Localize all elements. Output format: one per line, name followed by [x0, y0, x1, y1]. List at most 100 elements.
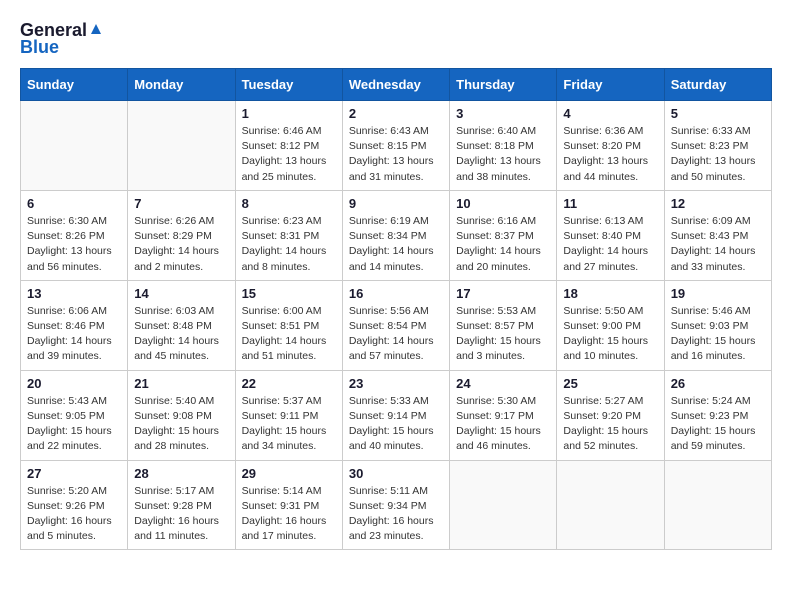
day-info: Sunrise: 6:09 AM Sunset: 8:43 PM Dayligh… — [671, 214, 765, 275]
day-info: Sunrise: 5:17 AM Sunset: 9:28 PM Dayligh… — [134, 484, 228, 545]
day-info: Sunrise: 5:43 AM Sunset: 9:05 PM Dayligh… — [27, 394, 121, 455]
weekday-header: Thursday — [450, 69, 557, 101]
day-info: Sunrise: 5:11 AM Sunset: 9:34 PM Dayligh… — [349, 484, 443, 545]
day-number: 30 — [349, 466, 443, 481]
day-info: Sunrise: 6:26 AM Sunset: 8:29 PM Dayligh… — [134, 214, 228, 275]
calendar-week-row: 27 Sunrise: 5:20 AM Sunset: 9:26 PM Dayli… — [21, 460, 772, 550]
calendar-day-cell: 26Sunrise: 5:24 AM Sunset: 9:23 PM Dayli… — [664, 370, 771, 460]
calendar-day-cell: 27 Sunrise: 5:20 AM Sunset: 9:26 PM Dayli… — [21, 460, 128, 550]
day-number: 28 — [134, 466, 228, 481]
day-info: Sunrise: 6:33 AM Sunset: 8:23 PM Dayligh… — [671, 124, 765, 185]
day-info: Sunrise: 5:37 AM Sunset: 9:11 PM Dayligh… — [242, 394, 336, 455]
day-info: Sunrise: 5:56 AM Sunset: 8:54 PM Dayligh… — [349, 304, 443, 365]
calendar-day-cell: 5 Sunrise: 6:33 AM Sunset: 8:23 PM Daylig… — [664, 101, 771, 191]
day-info: Sunrise: 6:40 AM Sunset: 8:18 PM Dayligh… — [456, 124, 550, 185]
day-number: 6 — [27, 196, 121, 211]
calendar-week-row: 13 Sunrise: 6:06 AM Sunset: 8:46 PM Dayli… — [21, 280, 772, 370]
calendar-week-row: 6 Sunrise: 6:30 AM Sunset: 8:26 PM Daylig… — [21, 190, 772, 280]
calendar-day-cell: 25 Sunrise: 5:27 AM Sunset: 9:20 PM Dayli… — [557, 370, 664, 460]
day-info: Sunrise: 6:06 AM Sunset: 8:46 PM Dayligh… — [27, 304, 121, 365]
day-info: Sunrise: 5:40 AM Sunset: 9:08 PM Dayligh… — [134, 394, 228, 455]
day-number: 29 — [242, 466, 336, 481]
calendar-day-cell — [128, 101, 235, 191]
day-number: 11 — [563, 196, 657, 211]
calendar-day-cell: 11 Sunrise: 6:13 AM Sunset: 8:40 PM Dayli… — [557, 190, 664, 280]
day-number: 21 — [134, 376, 228, 391]
day-info: Sunrise: 5:46 AM Sunset: 9:03 PM Dayligh… — [671, 304, 765, 365]
calendar-day-cell: 16 Sunrise: 5:56 AM Sunset: 8:54 PM Dayli… — [342, 280, 449, 370]
weekday-header: Tuesday — [235, 69, 342, 101]
day-info: Sunrise: 5:33 AM Sunset: 9:14 PM Dayligh… — [349, 394, 443, 455]
calendar-day-cell: 8 Sunrise: 6:23 AM Sunset: 8:31 PM Daylig… — [235, 190, 342, 280]
calendar-day-cell: 7 Sunrise: 6:26 AM Sunset: 8:29 PM Daylig… — [128, 190, 235, 280]
calendar-day-cell: 28 Sunrise: 5:17 AM Sunset: 9:28 PM Dayli… — [128, 460, 235, 550]
day-info: Sunrise: 5:27 AM Sunset: 9:20 PM Dayligh… — [563, 394, 657, 455]
day-info: Sunrise: 5:30 AM Sunset: 9:17 PM Dayligh… — [456, 394, 550, 455]
day-number: 7 — [134, 196, 228, 211]
logo-triangle-icon — [89, 22, 103, 36]
day-number: 20 — [27, 376, 121, 391]
day-number: 12 — [671, 196, 765, 211]
day-info: Sunrise: 6:46 AM Sunset: 8:12 PM Dayligh… — [242, 124, 336, 185]
day-number: 4 — [563, 106, 657, 121]
calendar-day-cell: 2 Sunrise: 6:43 AM Sunset: 8:15 PM Daylig… — [342, 101, 449, 191]
calendar-day-cell: 23 Sunrise: 5:33 AM Sunset: 9:14 PM Dayli… — [342, 370, 449, 460]
day-number: 8 — [242, 196, 336, 211]
calendar-day-cell: 18 Sunrise: 5:50 AM Sunset: 9:00 PM Dayli… — [557, 280, 664, 370]
calendar-day-cell: 24 Sunrise: 5:30 AM Sunset: 9:17 PM Dayli… — [450, 370, 557, 460]
day-number: 25 — [563, 376, 657, 391]
day-number: 13 — [27, 286, 121, 301]
day-info: Sunrise: 6:03 AM Sunset: 8:48 PM Dayligh… — [134, 304, 228, 365]
calendar-day-cell: 9Sunrise: 6:19 AM Sunset: 8:34 PM Daylig… — [342, 190, 449, 280]
day-number: 18 — [563, 286, 657, 301]
calendar-day-cell: 4 Sunrise: 6:36 AM Sunset: 8:20 PM Daylig… — [557, 101, 664, 191]
calendar-day-cell: 14 Sunrise: 6:03 AM Sunset: 8:48 PM Dayli… — [128, 280, 235, 370]
day-number: 19 — [671, 286, 765, 301]
day-info: Sunrise: 6:00 AM Sunset: 8:51 PM Dayligh… — [242, 304, 336, 365]
day-info: Sunrise: 6:30 AM Sunset: 8:26 PM Dayligh… — [27, 214, 121, 275]
day-info: Sunrise: 6:16 AM Sunset: 8:37 PM Dayligh… — [456, 214, 550, 275]
calendar-day-cell: 22 Sunrise: 5:37 AM Sunset: 9:11 PM Dayli… — [235, 370, 342, 460]
day-number: 5 — [671, 106, 765, 121]
day-info: Sunrise: 6:13 AM Sunset: 8:40 PM Dayligh… — [563, 214, 657, 275]
weekday-header: Wednesday — [342, 69, 449, 101]
day-info: Sunrise: 5:24 AM Sunset: 9:23 PM Dayligh… — [671, 394, 765, 455]
calendar-body: 1Sunrise: 6:46 AM Sunset: 8:12 PM Daylig… — [21, 101, 772, 550]
day-number: 22 — [242, 376, 336, 391]
calendar-day-cell: 3 Sunrise: 6:40 AM Sunset: 8:18 PM Daylig… — [450, 101, 557, 191]
day-info: Sunrise: 5:53 AM Sunset: 8:57 PM Dayligh… — [456, 304, 550, 365]
calendar-day-cell: 6 Sunrise: 6:30 AM Sunset: 8:26 PM Daylig… — [21, 190, 128, 280]
day-info: Sunrise: 6:23 AM Sunset: 8:31 PM Dayligh… — [242, 214, 336, 275]
day-number: 23 — [349, 376, 443, 391]
weekday-header: Monday — [128, 69, 235, 101]
calendar-day-cell: 30 Sunrise: 5:11 AM Sunset: 9:34 PM Dayli… — [342, 460, 449, 550]
calendar-day-cell: 1Sunrise: 6:46 AM Sunset: 8:12 PM Daylig… — [235, 101, 342, 191]
day-number: 24 — [456, 376, 550, 391]
calendar-week-row: 1Sunrise: 6:46 AM Sunset: 8:12 PM Daylig… — [21, 101, 772, 191]
calendar-day-cell: 13 Sunrise: 6:06 AM Sunset: 8:46 PM Dayli… — [21, 280, 128, 370]
calendar-day-cell: 29 Sunrise: 5:14 AM Sunset: 9:31 PM Dayli… — [235, 460, 342, 550]
weekday-header: Friday — [557, 69, 664, 101]
calendar-day-cell: 12 Sunrise: 6:09 AM Sunset: 8:43 PM Dayli… — [664, 190, 771, 280]
calendar-week-row: 20 Sunrise: 5:43 AM Sunset: 9:05 PM Dayli… — [21, 370, 772, 460]
day-number: 27 — [27, 466, 121, 481]
day-number: 2 — [349, 106, 443, 121]
calendar-day-cell: 17 Sunrise: 5:53 AM Sunset: 8:57 PM Dayli… — [450, 280, 557, 370]
day-info: Sunrise: 5:14 AM Sunset: 9:31 PM Dayligh… — [242, 484, 336, 545]
day-info: Sunrise: 5:20 AM Sunset: 9:26 PM Dayligh… — [27, 484, 121, 545]
calendar-day-cell: 20 Sunrise: 5:43 AM Sunset: 9:05 PM Dayli… — [21, 370, 128, 460]
calendar-day-cell: 10 Sunrise: 6:16 AM Sunset: 8:37 PM Dayli… — [450, 190, 557, 280]
calendar-day-cell: 19 Sunrise: 5:46 AM Sunset: 9:03 PM Dayli… — [664, 280, 771, 370]
day-number: 15 — [242, 286, 336, 301]
day-number: 10 — [456, 196, 550, 211]
day-number: 16 — [349, 286, 443, 301]
weekday-header: Sunday — [21, 69, 128, 101]
day-number: 3 — [456, 106, 550, 121]
day-number: 14 — [134, 286, 228, 301]
calendar-day-cell: 21 Sunrise: 5:40 AM Sunset: 9:08 PM Dayli… — [128, 370, 235, 460]
day-info: Sunrise: 6:43 AM Sunset: 8:15 PM Dayligh… — [349, 124, 443, 185]
day-info: Sunrise: 6:19 AM Sunset: 8:34 PM Dayligh… — [349, 214, 443, 275]
day-info: Sunrise: 6:36 AM Sunset: 8:20 PM Dayligh… — [563, 124, 657, 185]
day-number: 17 — [456, 286, 550, 301]
day-info: Sunrise: 5:50 AM Sunset: 9:00 PM Dayligh… — [563, 304, 657, 365]
